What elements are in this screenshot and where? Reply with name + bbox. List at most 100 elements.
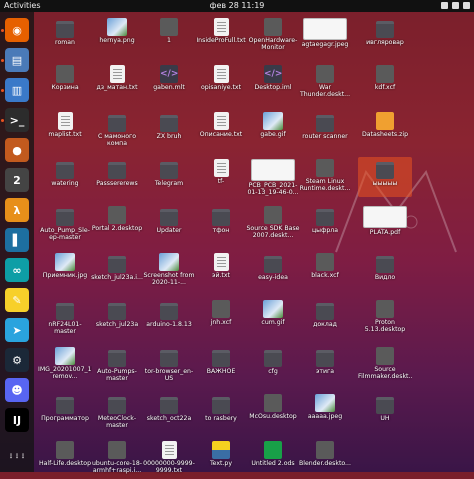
desktop-item[interactable]: Proton 5.13.desktop bbox=[358, 298, 412, 338]
desktop-item[interactable]: opisaniye.txt bbox=[194, 63, 248, 103]
notes-icon[interactable]: ✎ bbox=[5, 288, 29, 312]
desktop-item[interactable]: Half-Life.desktop bbox=[38, 439, 92, 479]
desktop-item[interactable]: 00000000-9999-9999.txt bbox=[142, 439, 196, 479]
desktop-item[interactable]: Видло bbox=[358, 251, 412, 291]
desktop-item[interactable]: Source Filmmaker.deskt... bbox=[358, 345, 412, 385]
desktop-item[interactable]: Text.py bbox=[194, 439, 248, 479]
desktop-item[interactable]: black.xcf bbox=[298, 251, 352, 291]
desktop-item[interactable]: ubuntu-core-18-armhf+raspi.i... bbox=[90, 439, 144, 479]
desktop-item-label: Desktop.iml bbox=[254, 84, 292, 91]
desktop-item[interactable]: watering bbox=[38, 157, 92, 197]
desktop-item[interactable]: С мамоного компа bbox=[90, 110, 144, 150]
desktop-item[interactable]: ивгляровар bbox=[358, 16, 412, 56]
desktop-item[interactable]: maplist.txt bbox=[38, 110, 92, 150]
desktop-item[interactable]: MeteoClock-master bbox=[90, 392, 144, 432]
half-life-icon[interactable]: λ bbox=[5, 198, 29, 222]
desktop-item[interactable]: цыфрла bbox=[298, 204, 352, 244]
desktop-item[interactable]: arduino-1.8.13 bbox=[142, 298, 196, 338]
desktop-item-label: watering bbox=[51, 180, 79, 187]
desktop-item[interactable]: Portal 2.desktop bbox=[90, 204, 144, 244]
desktop-item[interactable]: Описание.txt bbox=[194, 110, 248, 150]
folder-file-icon bbox=[108, 350, 126, 367]
show-apps-icon[interactable]: ⋮⋮⋮ bbox=[5, 444, 29, 468]
desktop-item[interactable]: Steam Linux Runtime.deskt... bbox=[298, 157, 352, 197]
desktop-item[interactable]: Auto-Pumps-master bbox=[90, 345, 144, 385]
desktop-item[interactable]: War Thunder.deskt... bbox=[298, 63, 352, 103]
desktop-item[interactable]: Корзина bbox=[38, 63, 92, 103]
desktop-item[interactable]: PLATA.pdf bbox=[358, 204, 412, 244]
desktop-item[interactable]: sketch_oct22a bbox=[142, 392, 196, 432]
steam-icon[interactable]: ⚙ bbox=[5, 348, 29, 372]
desktop-item[interactable]: 1 bbox=[142, 16, 196, 56]
desktop-item[interactable]: ZX bruh bbox=[142, 110, 196, 150]
store-icon[interactable]: ▥ bbox=[5, 78, 29, 102]
desktop-item[interactable]: Untitled 2.ods bbox=[246, 439, 300, 479]
desktop-item[interactable]: InsideProFull.txt bbox=[194, 16, 248, 56]
desktop-item[interactable]: ааааа.jpeg bbox=[298, 392, 352, 432]
desktop-item[interactable]: тфон bbox=[194, 204, 248, 244]
activities-button[interactable]: Activities bbox=[4, 0, 41, 12]
desktop-item[interactable]: McOsu.desktop bbox=[246, 392, 300, 432]
desktop-item[interactable]: OpenHardware-Monitor bbox=[246, 16, 300, 56]
desktop-item[interactable]: </> gaben.mlt bbox=[142, 63, 196, 103]
desktop-item[interactable]: Updater bbox=[142, 204, 196, 244]
desktop-item[interactable]: Source SDK Base 2007.deskt... bbox=[246, 204, 300, 244]
doc-file-icon bbox=[213, 159, 229, 177]
desktop-item[interactable]: Приемник.jpg bbox=[38, 251, 92, 291]
system-tray[interactable] bbox=[441, 0, 470, 9]
desktop-item[interactable]: jnh.xcf bbox=[194, 298, 248, 338]
desktop-item[interactable]: to rasbery bbox=[194, 392, 248, 432]
telegram-icon[interactable]: ➤ bbox=[5, 318, 29, 342]
desktop-item[interactable]: IMG_20201007_151329-remov... bbox=[38, 345, 92, 385]
vertical-bar-icon[interactable]: ▌ bbox=[5, 228, 29, 252]
desktop-item[interactable]: agtaegagr.jpeg bbox=[298, 16, 352, 56]
desktop-item[interactable]: </> Desktop.iml bbox=[246, 63, 300, 103]
desktop-item-label: Untitled 2.ods bbox=[251, 460, 295, 467]
desktop-item[interactable]: Telegram bbox=[142, 157, 196, 197]
ods-file-icon bbox=[264, 441, 282, 459]
img-file-icon bbox=[107, 18, 127, 36]
tf2-icon[interactable]: ● bbox=[5, 138, 29, 162]
doc-file-icon bbox=[213, 18, 229, 36]
desktop-item[interactable]: cum.gif bbox=[246, 298, 300, 338]
desktop-item[interactable]: nRF24L01-master bbox=[38, 298, 92, 338]
desktop-item[interactable]: Screenshot from 2020-11-... bbox=[142, 251, 196, 291]
desktop-item[interactable]: cfg bbox=[246, 345, 300, 385]
xonotic-icon[interactable]: 2 bbox=[5, 168, 29, 192]
desktop-item[interactable]: sketch_jul23a bbox=[90, 298, 144, 338]
folder-file-icon bbox=[108, 303, 126, 320]
firefox-icon[interactable]: ◉ bbox=[5, 18, 29, 42]
intellij-icon[interactable]: IJ bbox=[5, 408, 29, 432]
desktop-item[interactable]: Passsererews bbox=[90, 157, 144, 197]
desktop-item[interactable]: доклад bbox=[298, 298, 352, 338]
desktop-item[interactable]: router scanner bbox=[298, 110, 352, 150]
files-icon[interactable]: ▤ bbox=[5, 48, 29, 72]
desktop-item[interactable]: ыыыыы bbox=[358, 157, 412, 197]
desktop-item[interactable]: hernya.png bbox=[90, 16, 144, 56]
arduino-icon[interactable]: ∞ bbox=[5, 258, 29, 282]
gray-file-icon bbox=[160, 18, 178, 36]
desktop-item[interactable]: gabe.gif bbox=[246, 110, 300, 150]
desktop-item-label: cum.gif bbox=[261, 319, 285, 326]
desktop-item[interactable]: tor-browser_en-US bbox=[142, 345, 196, 385]
desktop-item[interactable]: kdf.xcf bbox=[358, 63, 412, 103]
desktop-item[interactable]: roman bbox=[38, 16, 92, 56]
desktop-item[interactable]: Blender.deskto... bbox=[298, 439, 352, 479]
desktop-item[interactable]: UH bbox=[358, 392, 412, 432]
discord-icon[interactable]: ☻ bbox=[5, 378, 29, 402]
desktop-item[interactable]: tf- bbox=[194, 157, 248, 197]
desktop-item[interactable]: easy-idea bbox=[246, 251, 300, 291]
desktop-item[interactable]: Datasheets.zip bbox=[358, 110, 412, 150]
desktop-item[interactable]: sketch_jul23a.i... bbox=[90, 251, 144, 291]
desktop-item[interactable]: ВАЖНОЕ bbox=[194, 345, 248, 385]
desktop-item-label: Source SDK Base 2007.deskt... bbox=[246, 225, 300, 240]
terminal-icon[interactable]: >_ bbox=[5, 108, 29, 132]
desktop-item[interactable]: этига bbox=[298, 345, 352, 385]
gray-file-icon bbox=[264, 394, 282, 412]
desktop-item[interactable]: эй.txt bbox=[194, 251, 248, 291]
clock[interactable]: фев 28 11:19 bbox=[210, 0, 265, 12]
desktop-item[interactable]: PCB_PCB_2021-01-13_19-46-0... bbox=[246, 157, 300, 197]
desktop-item[interactable]: дз_матан.txt bbox=[90, 63, 144, 103]
desktop-item[interactable]: Auto_Pump_Sle-ep-master bbox=[38, 204, 92, 244]
desktop-item[interactable]: Программатор bbox=[38, 392, 92, 432]
